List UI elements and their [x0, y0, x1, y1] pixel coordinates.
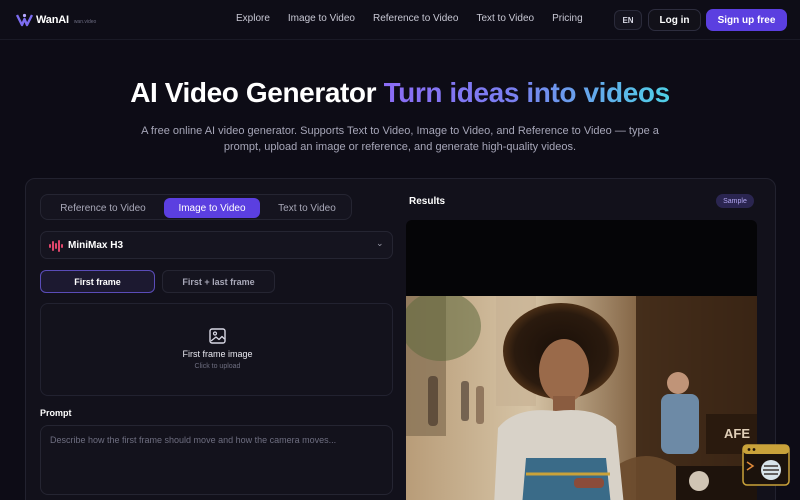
page-title-accent: Turn ideas into videos	[383, 77, 671, 108]
upload-hint: Click to upload	[194, 363, 241, 370]
page-title-main: AI Video Generator	[130, 77, 377, 108]
minimax-logo-icon	[49, 240, 63, 252]
logo-subtext: wan.video	[73, 18, 97, 25]
tab-text-to-video[interactable]: Text to Video	[265, 198, 349, 218]
signup-button[interactable]: Sign up free	[706, 9, 787, 31]
logo-icon	[16, 13, 33, 27]
first-last-frame-button[interactable]: First + last frame	[162, 270, 275, 293]
page-title: AI Video Generator Turn ideas into video…	[0, 77, 800, 109]
first-frame-button[interactable]: First frame	[40, 270, 155, 293]
login-button[interactable]: Log in	[648, 9, 701, 31]
image-icon	[209, 328, 226, 344]
results-area: AFE	[406, 220, 757, 500]
mode-tabs: Reference to Video Image to Video Text t…	[40, 194, 352, 220]
top-nav: WanAI wan.video Explore Image to Video R…	[0, 0, 800, 40]
nav-links: Explore Image to Video Reference to Vide…	[236, 13, 583, 24]
svg-text:AFE: AFE	[724, 426, 750, 441]
language-button[interactable]: EN	[614, 10, 642, 30]
results-title: Results	[409, 196, 446, 207]
prompt-label: Prompt	[40, 408, 72, 418]
model-name: MiniMax H3	[68, 240, 124, 251]
first-frame-upload[interactable]: First frame image Click to upload	[40, 303, 393, 396]
nav-link-text-to-video[interactable]: Text to Video	[476, 13, 534, 24]
sample-badge: Sample	[716, 194, 754, 208]
nav-link-pricing[interactable]: Pricing	[552, 13, 583, 24]
model-select[interactable]: MiniMax H3 ⌄	[40, 231, 393, 259]
prompt-input[interactable]	[40, 425, 393, 495]
tab-image-to-video[interactable]: Image to Video	[164, 198, 260, 218]
sample-video[interactable]: AFE	[406, 296, 757, 500]
floating-cafe-icon[interactable]	[741, 444, 791, 486]
nav-link-image-to-video[interactable]: Image to Video	[288, 13, 355, 24]
upload-label: First frame image	[182, 349, 253, 359]
tab-reference-to-video[interactable]: Reference to Video	[49, 198, 157, 218]
page-description: A free online AI video generator. Suppor…	[141, 125, 659, 153]
logo[interactable]: WanAI wan.video	[16, 12, 96, 28]
nav-link-explore[interactable]: Explore	[236, 13, 270, 24]
logo-text: WanAI	[36, 14, 69, 26]
nav-link-reference-to-video[interactable]: Reference to Video	[373, 13, 458, 24]
chevron-down-icon: ⌄	[376, 238, 384, 248]
